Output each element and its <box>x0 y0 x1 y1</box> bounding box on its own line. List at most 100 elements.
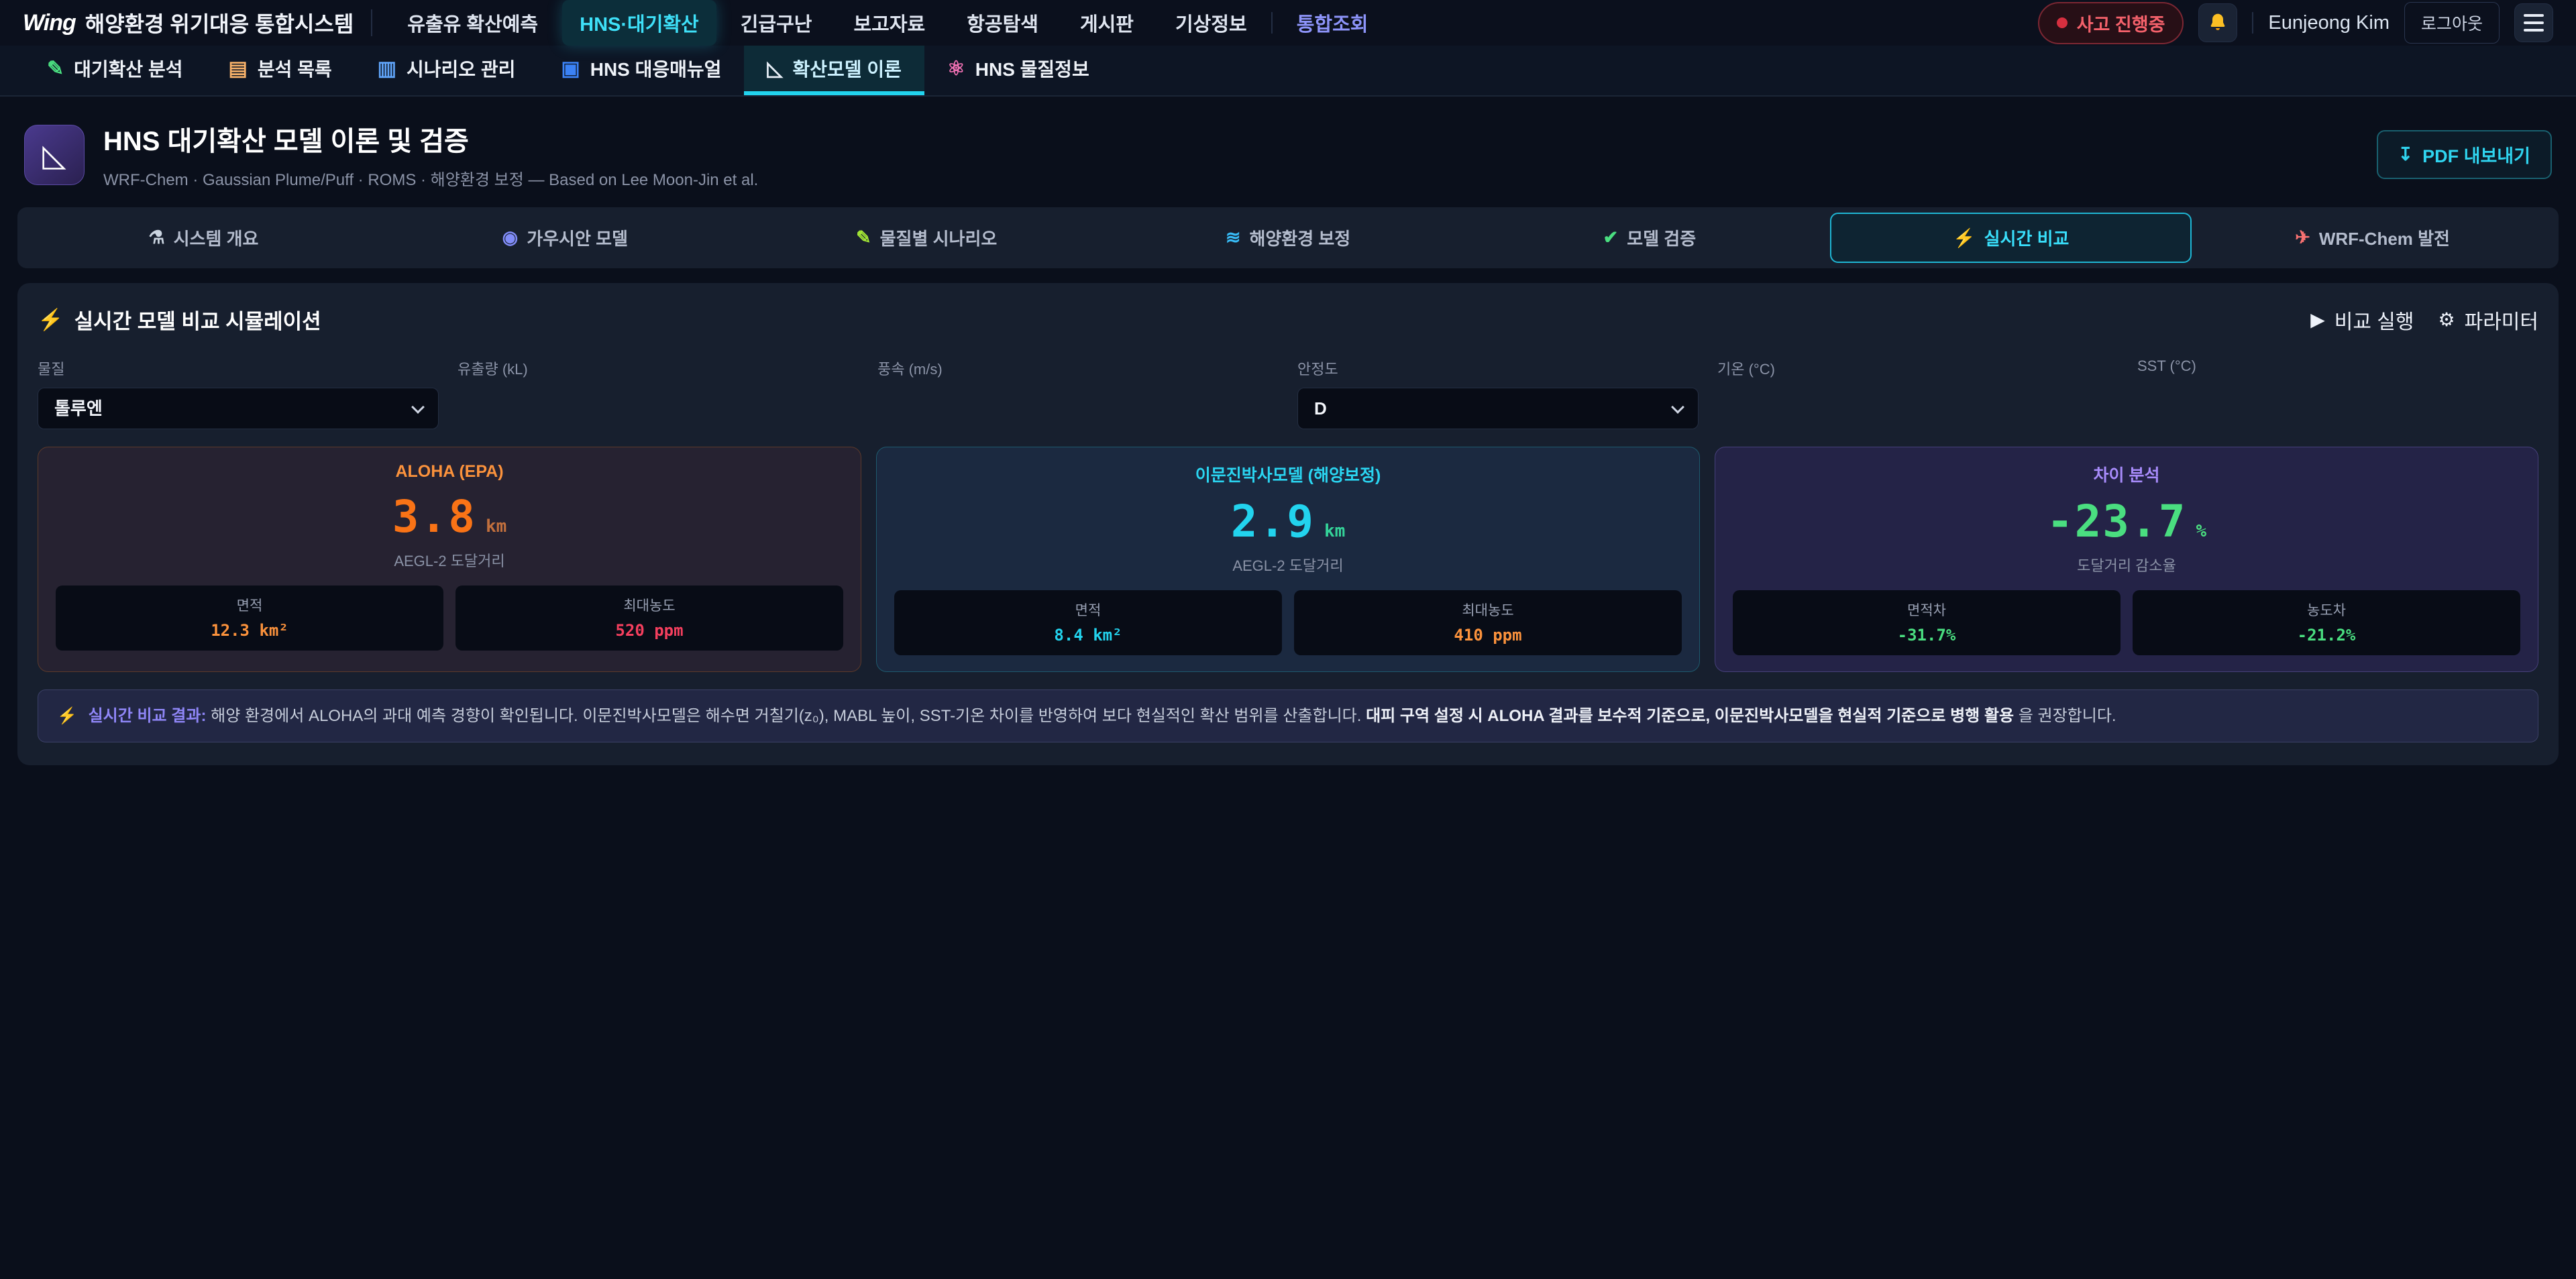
divider <box>2252 12 2253 34</box>
incident-status-label: 사고 진행중 <box>2077 10 2165 36</box>
run-comparison-label: 비교 실행 <box>2334 305 2414 335</box>
stat-label: 농도차 <box>2133 600 2520 620</box>
field-spill-volume: 유출량 (kL) <box>458 357 859 429</box>
gear-icon: ⚙ <box>2438 309 2455 331</box>
tab-model-validation[interactable]: ✔ 모델 검증 <box>1468 213 1830 263</box>
note-body: 해양 환경에서 ALOHA의 과대 예측 경향이 확인됩니다. 이문진박사모델은… <box>211 707 1366 725</box>
top-navigation: Wing 해양환경 위기대응 통합시스템 유출유 확산예측 HNS·대기확산 긴… <box>0 0 2576 46</box>
panel-actions: ▶ 비교 실행 ⚙ 파라미터 <box>2310 305 2538 335</box>
stat-label: 면적차 <box>1733 600 2121 620</box>
stat-area: 면적 8.4 km² <box>894 590 1282 655</box>
stat-area-difference: 면적차 -31.7% <box>1733 590 2121 655</box>
card-value-row: 3.8 km <box>56 491 843 543</box>
nav-item-board[interactable]: 게시판 <box>1063 0 1151 46</box>
hamburger-icon <box>2524 14 2544 32</box>
sst-input[interactable] <box>2137 384 2538 425</box>
card-value-row: -23.7 % <box>1733 496 2520 547</box>
play-icon: ▶ <box>2310 309 2325 331</box>
air-temp-input[interactable] <box>1717 388 2118 429</box>
nav-item-integrated-search[interactable]: 통합조회 <box>1279 0 1386 46</box>
brand: Wing 해양환경 위기대응 통합시스템 <box>23 7 354 38</box>
topnav-right: 사고 진행중 Eunjeong Kim 로그아웃 <box>2038 2 2553 44</box>
menu-button[interactable] <box>2514 3 2553 42</box>
field-substance: 물질 톨루엔 <box>38 357 439 429</box>
substance-select[interactable]: 톨루엔 <box>38 388 439 429</box>
card-caption: AEGL-2 도달거리 <box>56 549 843 571</box>
stat-label: 면적 <box>894 600 1282 620</box>
parameters-button[interactable]: ⚙ 파라미터 <box>2438 305 2538 335</box>
subnav-label: 대기확산 분석 <box>74 55 182 82</box>
spill-volume-input[interactable] <box>458 388 859 429</box>
nav-item-reports[interactable]: 보고자료 <box>836 0 943 46</box>
card-unit: km <box>1324 521 1345 541</box>
tab-substance-scenarios[interactable]: ✎ 물질별 시나리오 <box>746 213 1108 263</box>
subnav-item-hns-substance-info[interactable]: ⚛ HNS 물질정보 <box>924 46 1112 95</box>
tab-realtime-comparison[interactable]: ⚡ 실시간 비교 <box>1830 213 2192 263</box>
tab-gaussian-model[interactable]: ◉ 가우시안 모델 <box>384 213 746 263</box>
field-wind-speed: 풍속 (m/s) <box>877 357 1279 429</box>
page-header: ◺ HNS 대기확산 모델 이론 및 검증 WRF-Chem · Gaussia… <box>0 97 2576 207</box>
subnav-item-analysis-list[interactable]: ▤ 분석 목록 <box>205 46 354 95</box>
card-value: 2.9 <box>1231 496 1315 547</box>
clipboard-icon: ▤ <box>228 57 247 80</box>
logout-button[interactable]: 로그아웃 <box>2404 2 2500 44</box>
incident-status-badge[interactable]: 사고 진행중 <box>2038 2 2184 44</box>
stat-label: 면적 <box>56 595 443 615</box>
subnav-item-model-theory[interactable]: ◺ 확산모델 이론 <box>744 46 924 95</box>
stat-value: 520 ppm <box>455 621 843 640</box>
subnav-item-hns-manual[interactable]: ▣ HNS 대응매뉴얼 <box>538 46 744 95</box>
field-label: 기온 (°C) <box>1717 357 2118 379</box>
field-sst: SST (°C) <box>2137 357 2538 429</box>
parameter-fields: 물질 톨루엔 유출량 (kL) 풍속 (m/s) 안정도 D <box>38 357 2538 429</box>
tab-wrf-chem[interactable]: ✈ WRF-Chem 발전 <box>2192 213 2553 263</box>
brand-logo: Wing <box>23 10 76 36</box>
field-label: 유출량 (kL) <box>458 357 859 379</box>
field-air-temp: 기온 (°C) <box>1717 357 2118 429</box>
panel-header: ⚡ 실시간 모델 비교 시뮬레이션 ▶ 비교 실행 ⚙ 파라미터 <box>38 304 2538 335</box>
run-comparison-button[interactable]: ▶ 비교 실행 <box>2310 305 2414 335</box>
tab-label: WRF-Chem 발전 <box>2319 225 2450 250</box>
stat-label: 최대농도 <box>455 595 843 615</box>
sub-navigation: ✎ 대기확산 분석 ▤ 분석 목록 ▥ 시나리오 관리 ▣ HNS 대응매뉴얼 … <box>0 46 2576 97</box>
stat-value: 410 ppm <box>1294 626 1682 645</box>
bell-icon <box>2207 12 2229 34</box>
stat-area: 면적 12.3 km² <box>56 586 443 651</box>
stat-value: 8.4 km² <box>894 626 1282 645</box>
panel-title-text: 실시간 모델 비교 시뮬레이션 <box>74 304 321 335</box>
subnav-item-scenario-management[interactable]: ▥ 시나리오 관리 <box>355 46 539 95</box>
notifications-button[interactable] <box>2198 3 2237 42</box>
field-label: 안정도 <box>1297 357 1699 379</box>
tab-marine-correction[interactable]: ≋ 해양환경 보정 <box>1108 213 1469 263</box>
flask-icon: ⚗ <box>148 227 164 248</box>
card-stats: 면적 12.3 km² 최대농도 520 ppm <box>56 586 843 651</box>
card-value-row: 2.9 km <box>894 496 1682 547</box>
subnav-label: 확산모델 이론 <box>793 55 902 82</box>
subnav-label: 분석 목록 <box>258 55 332 82</box>
pdf-export-button[interactable]: ↧ PDF 내보내기 <box>2377 130 2553 179</box>
stability-select[interactable]: D <box>1297 388 1699 429</box>
nav-item-aerial-search[interactable]: 항공탐색 <box>949 0 1056 46</box>
nav-item-weather-info[interactable]: 기상정보 <box>1158 0 1265 46</box>
panel-title: ⚡ 실시간 모델 비교 시뮬레이션 <box>38 304 321 335</box>
note-strong: 대피 구역 설정 시 ALOHA 결과를 보수적 기준으로, 이문진박사모델을 … <box>1366 707 2014 725</box>
page-subtitle: WRF-Chem · Gaussian Plume/Puff · ROMS · … <box>103 166 758 190</box>
field-label: 물질 <box>38 357 439 379</box>
section-tabs: ⚗ 시스템 개요 ◉ 가우시안 모델 ✎ 물질별 시나리오 ≋ 해양환경 보정 … <box>17 207 2559 268</box>
stat-value: -21.2% <box>2133 626 2520 645</box>
card-value: 3.8 <box>392 491 476 543</box>
parameters-label: 파라미터 <box>2465 305 2538 335</box>
stat-max-concentration: 최대농도 520 ppm <box>455 586 843 651</box>
card-unit: % <box>2196 521 2207 541</box>
subnav-item-dispersion-analysis[interactable]: ✎ 대기확산 분석 <box>24 46 205 95</box>
nav-item-emergency-rescue[interactable]: 긴급구난 <box>723 0 830 46</box>
nav-item-oil-spill-forecast[interactable]: 유출유 확산예측 <box>390 0 555 46</box>
note-body-end: 을 권장합니다. <box>2019 707 2116 725</box>
ruler-icon: ◺ <box>767 57 782 80</box>
tab-system-overview[interactable]: ⚗ 시스템 개요 <box>23 213 384 263</box>
atom-icon: ⚛ <box>947 57 965 80</box>
nav-item-hns-atmospheric[interactable]: HNS·대기확산 <box>562 0 716 46</box>
result-cards: ALOHA (EPA) 3.8 km AEGL-2 도달거리 면적 12.3 k… <box>38 447 2538 672</box>
card-caption: 도달거리 감소율 <box>1733 554 2520 575</box>
wind-speed-input[interactable] <box>877 388 1279 429</box>
subnav-label: HNS 대응매뉴얼 <box>590 55 722 82</box>
